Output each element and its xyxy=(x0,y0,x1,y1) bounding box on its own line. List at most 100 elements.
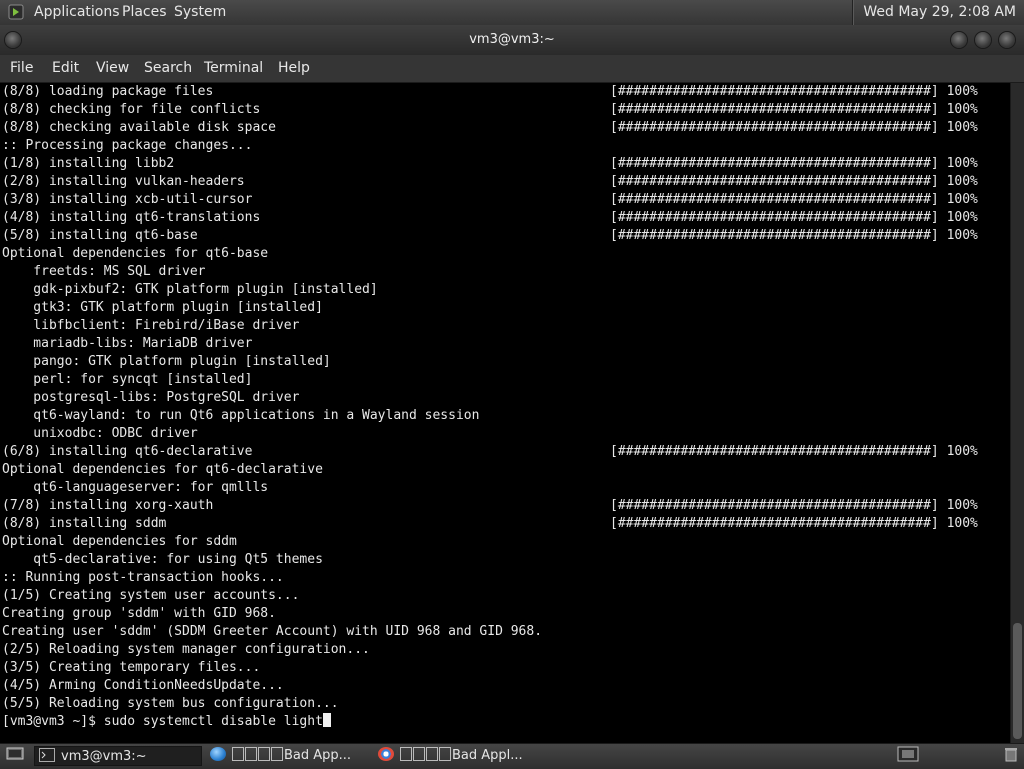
terminal-line-text: (5/5) Reloading system bus configuration… xyxy=(2,696,339,711)
terminal-line: (2/8) installing vulkan-headers [########… xyxy=(0,173,1010,191)
progress-hashes: [#######################################… xyxy=(610,444,939,459)
progress-percent: 100% xyxy=(946,516,978,531)
window-menu-icon[interactable] xyxy=(5,32,21,48)
terminal-line: qt6-wayland: to run Qt6 applications in … xyxy=(0,407,1010,425)
menu-view[interactable]: View xyxy=(96,60,129,76)
terminal-line-text: Optional dependencies for qt6-declarativ… xyxy=(2,462,323,477)
terminal-line: (8/8) checking available disk space [####… xyxy=(0,119,1010,137)
terminal-line: Creating group 'sddm' with GID 968. xyxy=(0,605,1010,623)
terminal-line: unixodbc: ODBC driver xyxy=(0,425,1010,443)
taskbar-item-browser-2[interactable]: Bad Appl... xyxy=(374,746,538,766)
progress-bar-text: [#######################################… xyxy=(610,101,978,119)
terminal-line-text: qt6-languageserver: for qmllls xyxy=(2,480,269,495)
terminal-line: (1/5) Creating system user accounts... xyxy=(0,587,1010,605)
terminal-line-text: (8/8) loading package files xyxy=(2,84,214,99)
terminal-line-text: :: Running post-transaction hooks... xyxy=(2,570,284,585)
terminal-line: freetds: MS SQL driver xyxy=(0,263,1010,281)
close-icon[interactable] xyxy=(999,32,1015,48)
glyph-box-icon xyxy=(232,747,244,761)
glyph-box-icon xyxy=(426,747,438,761)
terminal-line-text: (4/5) Arming ConditionNeedsUpdate... xyxy=(2,678,284,693)
terminal-line-text: (8/8) checking available disk space xyxy=(2,120,276,135)
progress-hashes: [#######################################… xyxy=(610,174,939,189)
bottom-taskbar: vm3@vm3:~ Bad App... Bad Appl... xyxy=(0,743,1024,769)
terminal-line: (5/5) Reloading system bus configuration… xyxy=(0,695,1010,713)
terminal-output[interactable]: (8/8) loading package files [############… xyxy=(0,83,1010,743)
progress-hashes: [#######################################… xyxy=(610,120,939,135)
terminal-line: qt6-languageserver: for qmllls xyxy=(0,479,1010,497)
terminal-line: gtk3: GTK platform plugin [installed] xyxy=(0,299,1010,317)
progress-percent: 100% xyxy=(946,498,978,513)
terminal-line-text: perl: for syncqt [installed] xyxy=(2,372,253,387)
glyph-box-icon xyxy=(245,747,257,761)
terminal-line: :: Running post-transaction hooks... xyxy=(0,569,1010,587)
progress-bar-text: [#######################################… xyxy=(610,443,978,461)
terminal-line: postgresql-libs: PostgreSQL driver xyxy=(0,389,1010,407)
show-desktop-icon[interactable] xyxy=(2,746,26,766)
scrollbar-thumb[interactable] xyxy=(1013,623,1022,739)
maximize-icon[interactable] xyxy=(975,32,991,48)
progress-bar-text: [#######################################… xyxy=(610,173,978,191)
terminal-line: pango: GTK platform plugin [installed] xyxy=(0,353,1010,371)
terminal-line-text: (2/8) installing vulkan-headers xyxy=(2,174,245,189)
terminal-line: gdk-pixbuf2: GTK platform plugin [instal… xyxy=(0,281,1010,299)
terminal-line-text: libfbclient: Firebird/iBase driver xyxy=(2,318,300,333)
progress-hashes: [#######################################… xyxy=(610,516,939,531)
taskbar-item-browser-1[interactable]: Bad App... xyxy=(206,746,370,766)
progress-bar-text: [#######################################… xyxy=(610,515,978,533)
terminal-line-text: qt5-declarative: for using Qt5 themes xyxy=(2,552,323,567)
progress-percent: 100% xyxy=(946,174,978,189)
prompt-line[interactable]: [vm3@vm3 ~]$ sudo systemctl disable ligh… xyxy=(0,713,1010,731)
minimize-icon[interactable] xyxy=(951,32,967,48)
progress-percent: 100% xyxy=(946,156,978,171)
terminal-line-text: (2/5) Reloading system manager configura… xyxy=(2,642,370,657)
menu-search[interactable]: Search xyxy=(144,60,192,76)
terminal-line-text: freetds: MS SQL driver xyxy=(2,264,206,279)
terminal-line: (7/8) installing xorg-xauth [############… xyxy=(0,497,1010,515)
globe-icon xyxy=(210,747,226,761)
terminal-line-text: (3/8) installing xcb-util-cursor xyxy=(2,192,253,207)
terminal-line-text: (8/8) installing sddm xyxy=(2,516,167,531)
terminal-line-text: postgresql-libs: PostgreSQL driver xyxy=(2,390,300,405)
menu-edit[interactable]: Edit xyxy=(52,60,79,76)
progress-percent: 100% xyxy=(946,102,978,117)
progress-hashes: [#######################################… xyxy=(610,498,939,513)
terminal-line-text: pango: GTK platform plugin [installed] xyxy=(2,354,331,369)
terminal-line-text: Optional dependencies for qt6-base xyxy=(2,246,269,261)
terminal-line-text: (7/8) installing xorg-xauth xyxy=(2,498,214,513)
progress-percent: 100% xyxy=(946,444,978,459)
window-titlebar[interactable]: vm3@vm3:~ xyxy=(0,25,1024,55)
menu-system[interactable]: System xyxy=(174,4,226,20)
progress-hashes: [#######################################… xyxy=(610,156,939,171)
taskbar-item-terminal[interactable]: vm3@vm3:~ xyxy=(34,746,202,766)
terminal-line: Optional dependencies for qt6-base xyxy=(0,245,1010,263)
menu-places[interactable]: Places xyxy=(122,4,167,20)
progress-bar-text: [#######################################… xyxy=(610,497,978,515)
progress-hashes: [#######################################… xyxy=(610,84,939,99)
menu-terminal[interactable]: Terminal xyxy=(204,60,263,76)
applications-icon[interactable] xyxy=(8,4,24,20)
terminal-scrollbar[interactable] xyxy=(1010,83,1024,743)
terminal-line: (8/8) loading package files [############… xyxy=(0,83,1010,101)
terminal-window: vm3@vm3:~ File Edit View Search Terminal… xyxy=(0,25,1024,743)
taskbar-item-label: vm3@vm3:~ xyxy=(61,749,147,764)
menu-file[interactable]: File xyxy=(10,60,33,76)
progress-hashes: [#######################################… xyxy=(610,228,939,243)
menu-help[interactable]: Help xyxy=(278,60,310,76)
terminal-line-text: gtk3: GTK platform plugin [installed] xyxy=(2,300,323,315)
terminal-line: mariadb-libs: MariaDB driver xyxy=(0,335,1010,353)
terminal-icon xyxy=(39,748,55,762)
menu-applications[interactable]: Applications xyxy=(34,4,120,20)
progress-bar-text: [#######################################… xyxy=(610,83,978,101)
terminal-line: (6/8) installing qt6-declarative [#######… xyxy=(0,443,1010,461)
workspace-switcher[interactable] xyxy=(893,746,923,766)
terminal-line: libfbclient: Firebird/iBase driver xyxy=(0,317,1010,335)
progress-hashes: [#######################################… xyxy=(610,102,939,117)
trash-icon[interactable] xyxy=(1000,746,1022,766)
clock[interactable]: Wed May 29, 2:08 AM xyxy=(852,0,1024,25)
terminal-line-text: mariadb-libs: MariaDB driver xyxy=(2,336,253,351)
terminal-line: (4/8) installing qt6-translations [######… xyxy=(0,209,1010,227)
progress-percent: 100% xyxy=(946,120,978,135)
terminal-line-text: (6/8) installing qt6-declarative xyxy=(2,444,253,459)
glyph-box-icon xyxy=(258,747,270,761)
